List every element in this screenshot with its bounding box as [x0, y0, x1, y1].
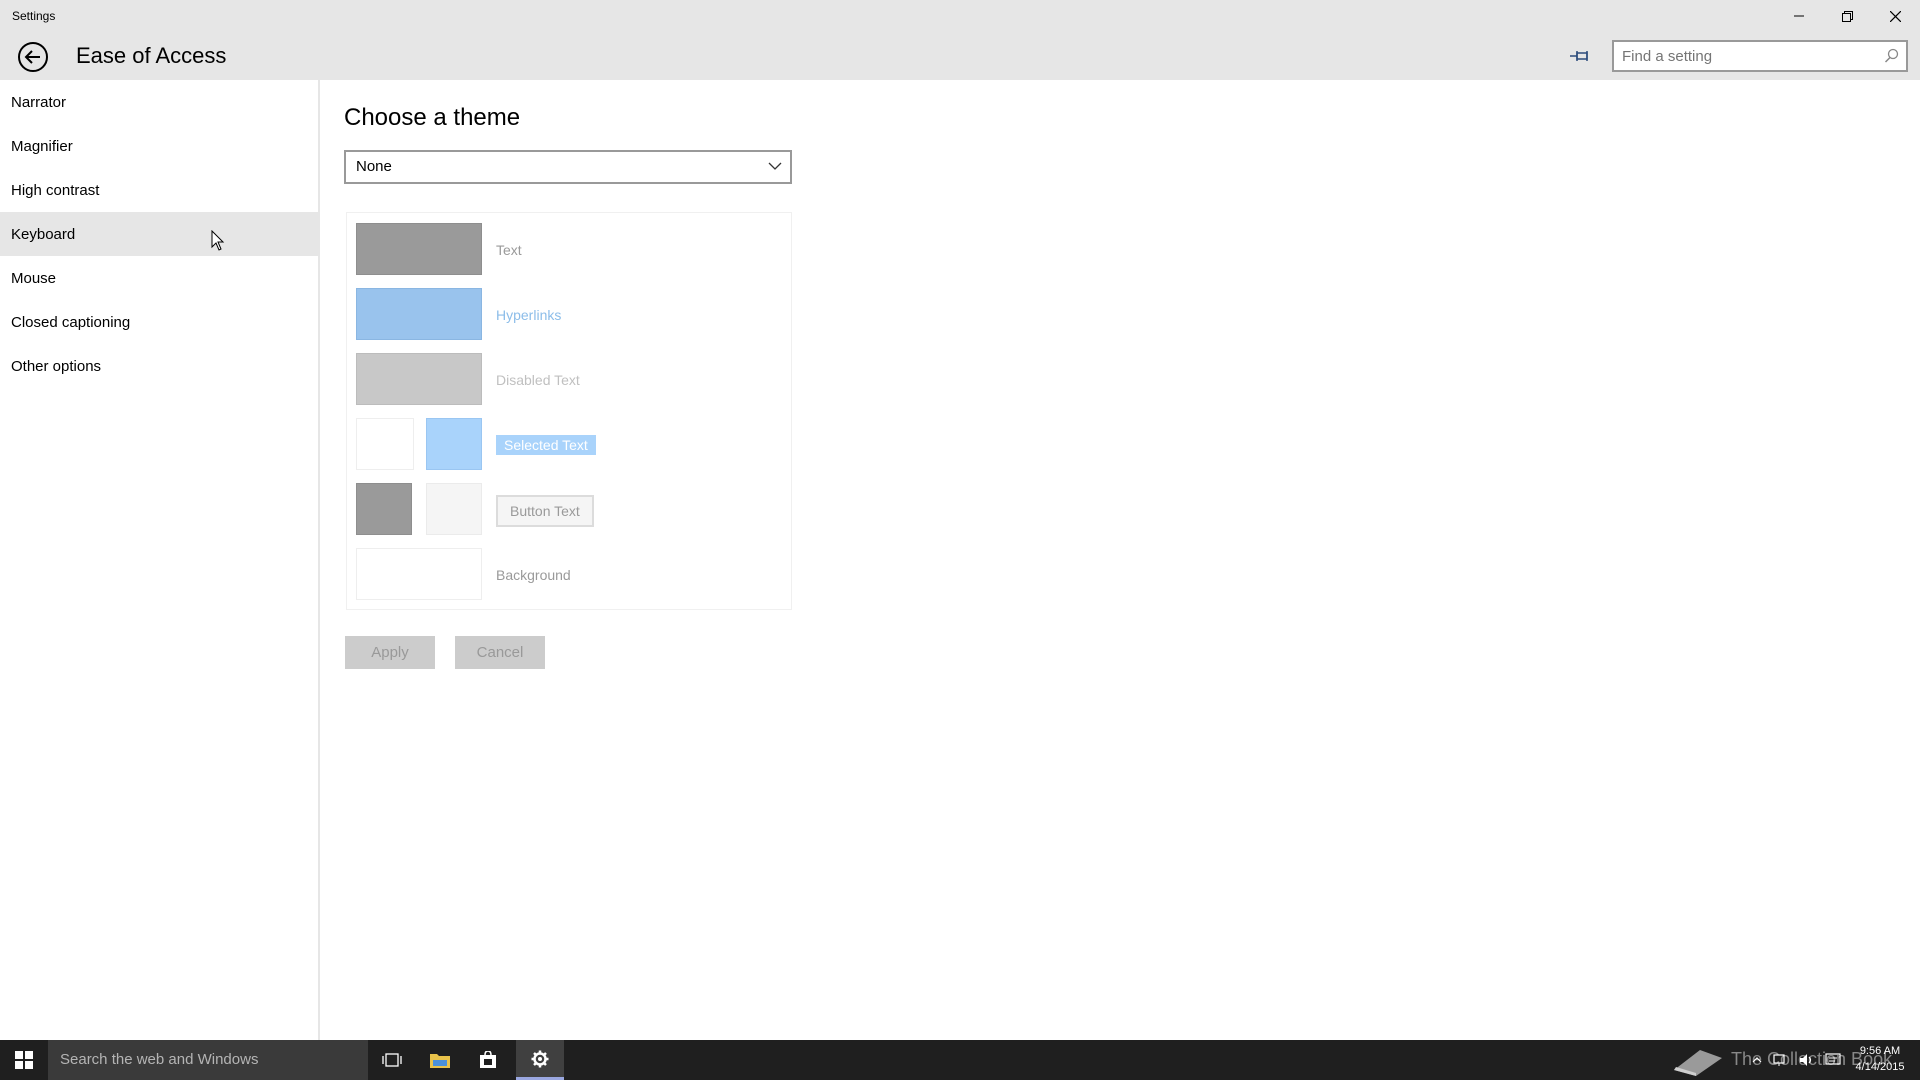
network-tray-button[interactable]: [1770, 1040, 1792, 1080]
theme-preview-panel: Text Hyperlinks Disabled Text Selected T…: [346, 212, 792, 610]
hyperlink-color-swatch[interactable]: [356, 288, 482, 340]
page-title: Ease of Access: [76, 43, 227, 68]
restore-icon: [1841, 10, 1853, 22]
chevron-up-icon: [1752, 1057, 1762, 1063]
sidebar-item-label: Mouse: [11, 269, 57, 287]
sidebar-item-label: Closed captioning: [11, 313, 131, 331]
disabled-text-color-swatch[interactable]: [356, 353, 482, 405]
sidebar-item-keyboard[interactable]: Keyboard: [0, 212, 320, 256]
app-header: Ease of Access: [0, 32, 1920, 80]
section-heading: Choose a theme: [344, 104, 521, 131]
button-text-label: Button Text: [496, 495, 594, 527]
cancel-button[interactable]: Cancel: [455, 636, 545, 669]
sidebar-item-label: Other options: [11, 357, 102, 375]
file-explorer-button[interactable]: [416, 1040, 464, 1080]
chevron-down-icon: [768, 162, 782, 170]
sidebar-item-magnifier[interactable]: Magnifier: [0, 124, 320, 168]
taskbar-search-placeholder: Search the web and Windows: [60, 1051, 259, 1068]
window-title: Settings: [12, 9, 56, 23]
minimize-button[interactable]: [1776, 0, 1822, 32]
close-icon: [1889, 10, 1901, 22]
button-text-color-swatch[interactable]: [356, 483, 412, 535]
action-center-button[interactable]: [1822, 1040, 1844, 1080]
sidebar-item-label: Narrator: [11, 93, 67, 111]
background-label: Background: [496, 567, 571, 583]
taskbar-search-box[interactable]: Search the web and Windows: [48, 1040, 368, 1080]
selected-text-label: Selected Text: [496, 435, 596, 455]
sidebar-item-mouse[interactable]: Mouse: [0, 256, 320, 300]
store-button[interactable]: [464, 1040, 512, 1080]
windows-logo-icon: [15, 1051, 33, 1069]
search-icon[interactable]: [1884, 48, 1900, 64]
network-icon: [1773, 1054, 1785, 1066]
button-face-color-swatch[interactable]: [426, 483, 482, 535]
sidebar-item-label: High contrast: [11, 181, 100, 199]
sidebar-item-label: Keyboard: [11, 225, 76, 243]
theme-select-value: None: [356, 158, 392, 175]
pin-button[interactable]: [1565, 44, 1595, 68]
task-view-icon: [382, 1053, 402, 1067]
background-color-swatch[interactable]: [356, 548, 482, 600]
sidebar-item-label: Magnifier: [11, 137, 73, 155]
clock-date: 4/14/2015: [1855, 1061, 1905, 1073]
back-arrow-icon: [18, 42, 48, 72]
start-button[interactable]: [0, 1040, 48, 1080]
show-hidden-icons-button[interactable]: [1750, 1040, 1764, 1080]
disabled-text-label: Disabled Text: [496, 372, 580, 388]
text-color-swatch[interactable]: [356, 223, 482, 275]
settings-search-box[interactable]: [1612, 40, 1908, 72]
pin-icon: [1570, 51, 1588, 61]
book-watermark-icon: [1674, 1050, 1722, 1076]
restore-button[interactable]: [1824, 0, 1870, 32]
sidebar-item-closed-captioning[interactable]: Closed captioning: [0, 300, 320, 344]
sidebar-item-high-contrast[interactable]: High contrast: [0, 168, 320, 212]
text-label: Text: [496, 242, 522, 258]
settings-taskbar-button[interactable]: [516, 1040, 564, 1080]
back-button[interactable]: [16, 40, 50, 74]
close-button[interactable]: [1872, 0, 1918, 32]
mouse-cursor-icon: [211, 230, 225, 251]
notification-icon: [1825, 1053, 1841, 1065]
store-icon: [480, 1051, 496, 1068]
minimize-icon: [1794, 15, 1804, 17]
selected-text-color-swatch[interactable]: [356, 418, 414, 470]
volume-tray-button[interactable]: [1796, 1040, 1818, 1080]
task-view-button[interactable]: [368, 1040, 416, 1080]
folder-icon: [430, 1054, 450, 1068]
sidebar-item-other-options[interactable]: Other options: [0, 344, 320, 388]
clock-time: 9:56 AM: [1859, 1045, 1901, 1057]
title-bar: Settings: [0, 0, 1920, 32]
sidebar-nav: Narrator Magnifier High contrast Keyboar…: [0, 80, 320, 1040]
taskbar-clock[interactable]: 9:56 AM 4/14/2015: [1852, 1043, 1908, 1075]
apply-button[interactable]: Apply: [345, 636, 435, 669]
sidebar-item-narrator[interactable]: Narrator: [0, 80, 320, 124]
speaker-icon: [1800, 1054, 1812, 1066]
search-input[interactable]: [1622, 47, 1872, 65]
taskbar: Search the web and Windows The Collectio…: [0, 1040, 1920, 1080]
theme-select[interactable]: None: [344, 150, 792, 184]
selected-background-swatch[interactable]: [426, 418, 482, 470]
gear-icon: [531, 1050, 549, 1067]
hyperlinks-label: Hyperlinks: [496, 307, 562, 323]
